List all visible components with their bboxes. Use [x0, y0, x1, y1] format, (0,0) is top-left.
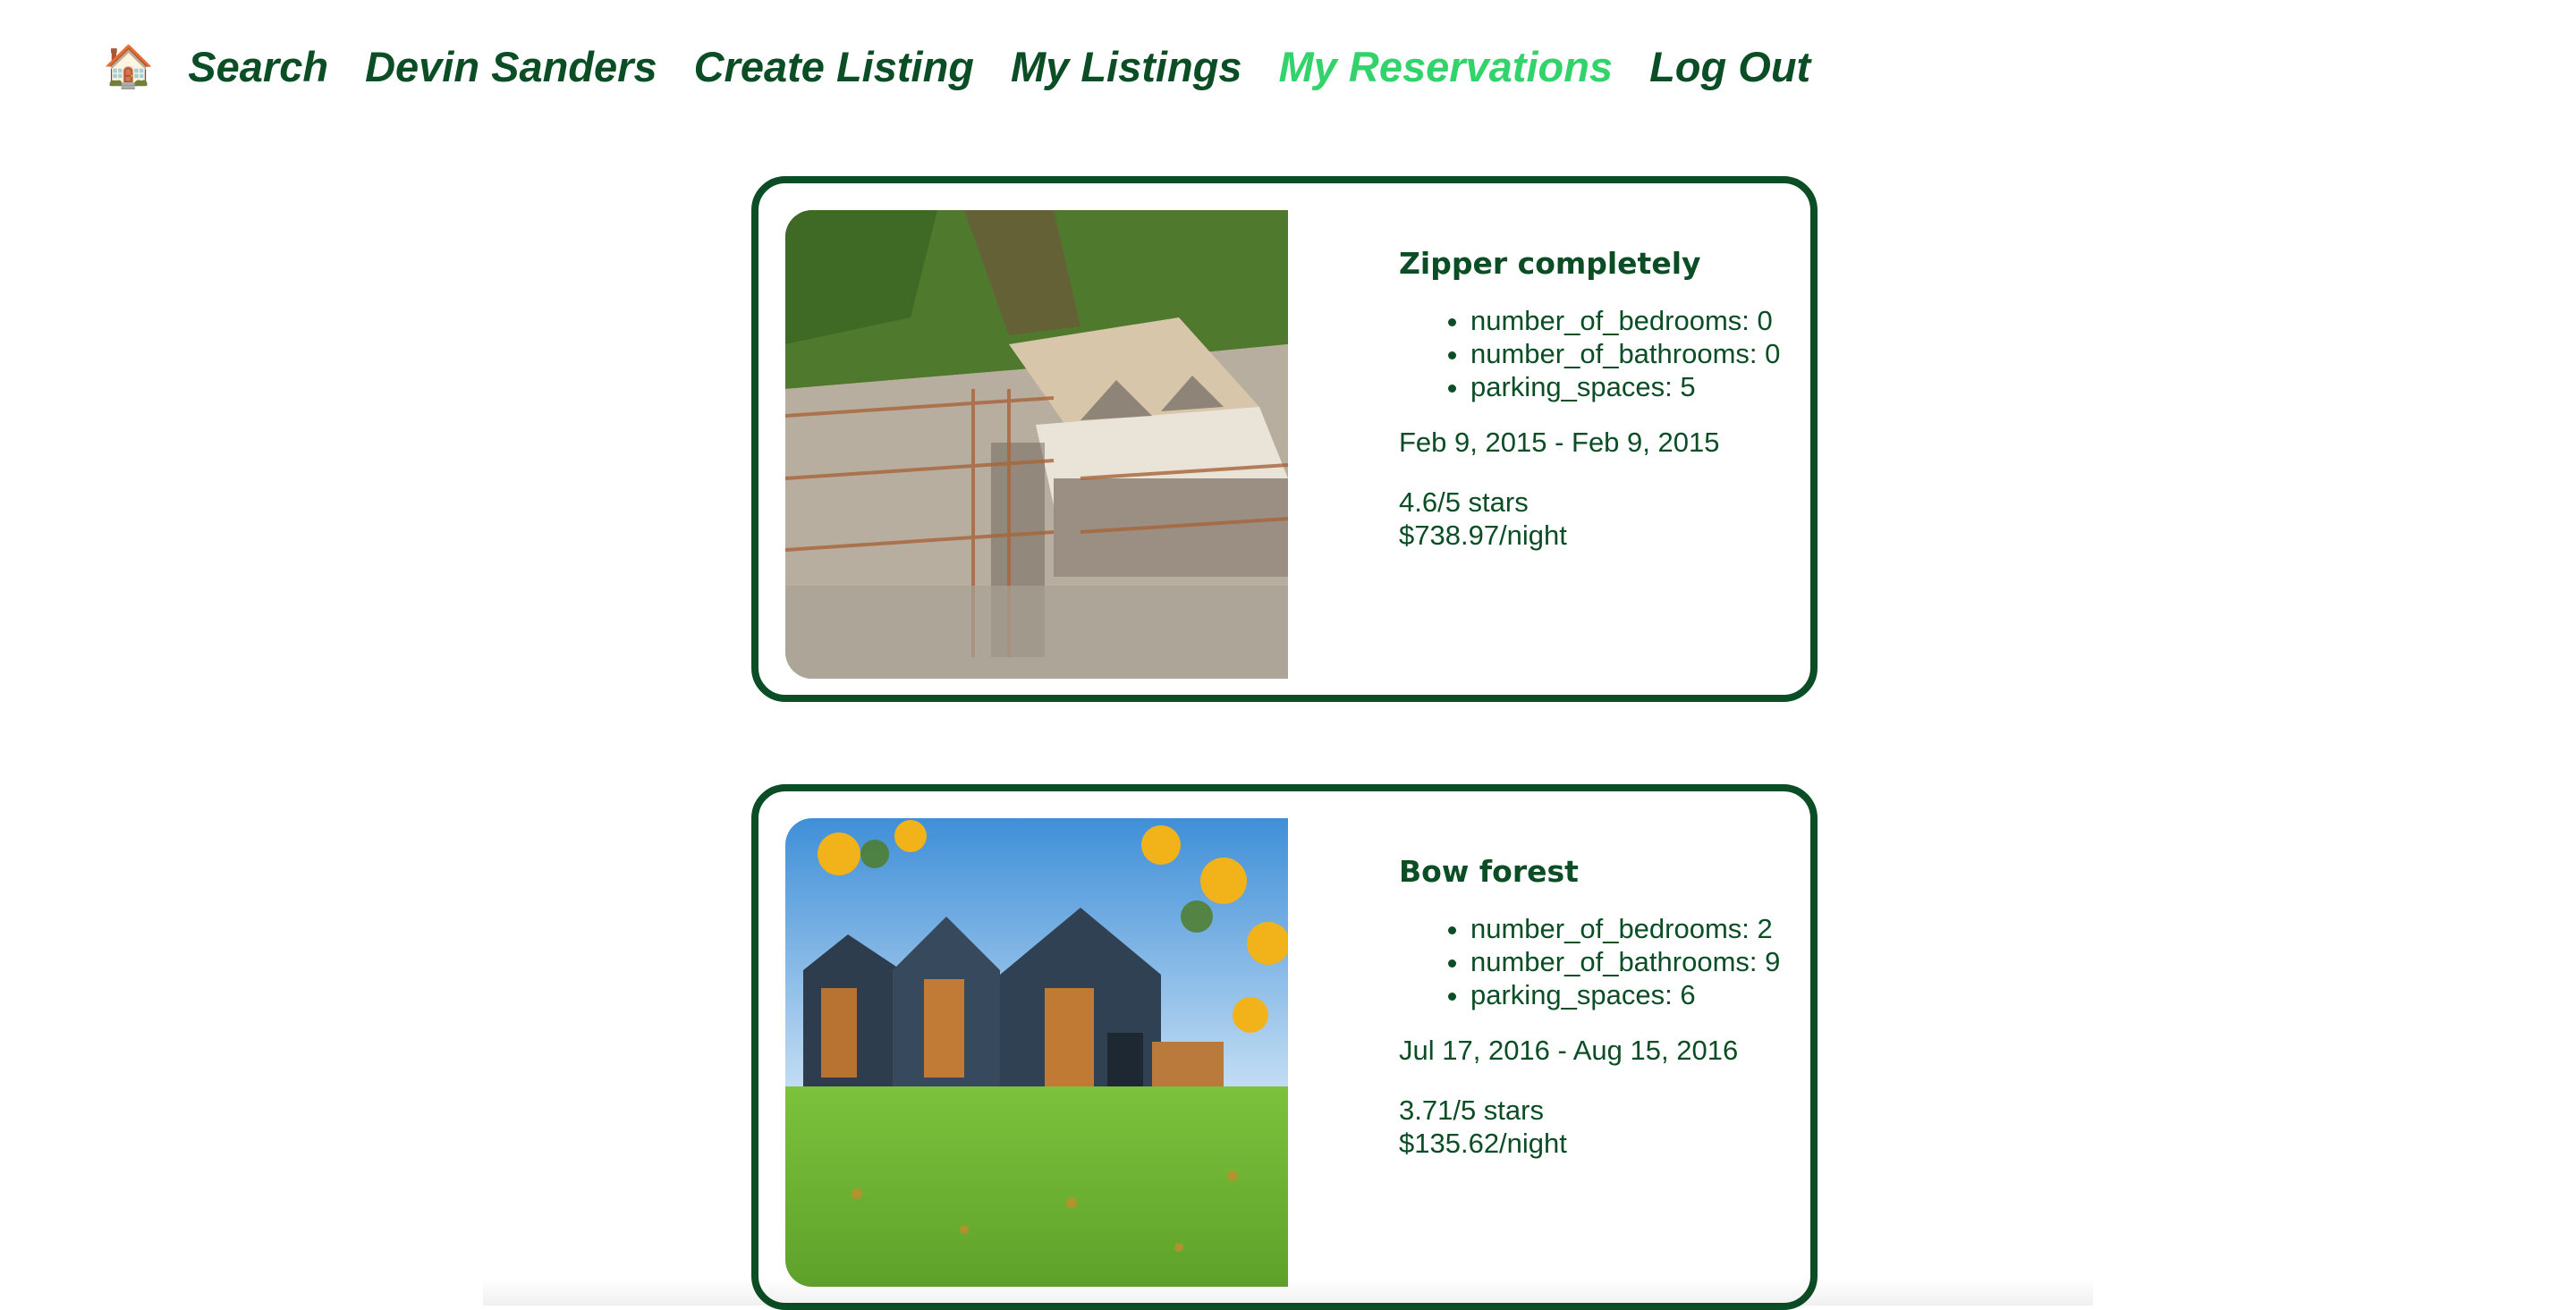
listing-price: $135.62/night — [1399, 1128, 1567, 1159]
reservation-dates: Feb 9, 2015 - Feb 9, 2015 — [1399, 427, 1720, 458]
home-icon[interactable]: 🏠 — [103, 46, 154, 87]
reservation-dates: Jul 17, 2016 - Aug 15, 2016 — [1399, 1035, 1739, 1066]
listing-photo — [785, 210, 1288, 679]
feature-parking: parking_spaces: 5 — [1470, 370, 1810, 403]
reservation-card[interactable]: Zipper completely number_of_bedrooms: 0 … — [751, 176, 1818, 702]
nav-my-listings-link[interactable]: My Listings — [1011, 42, 1242, 91]
feature-list: number_of_bedrooms: 0 number_of_bathroom… — [1399, 304, 1810, 403]
feature-bathrooms: number_of_bathrooms: 0 — [1470, 337, 1810, 370]
listing-rating: 3.71/5 stars — [1399, 1094, 1544, 1126]
reservation-card[interactable]: Bow forest number_of_bedrooms: 2 number_… — [751, 784, 1818, 1310]
nav-my-reservations-link[interactable]: My Reservations — [1279, 42, 1614, 91]
nav-log-out-link[interactable]: Log Out — [1649, 42, 1810, 91]
listing-info: Bow forest number_of_bedrooms: 2 number_… — [1399, 854, 1810, 1160]
listing-price: $738.97/night — [1399, 520, 1567, 551]
nav-profile-link[interactable]: Devin Sanders — [365, 42, 657, 91]
feature-list: number_of_bedrooms: 2 number_of_bathroom… — [1399, 912, 1810, 1011]
listing-title: Bow forest — [1399, 854, 1579, 889]
nav-search-link[interactable]: Search — [188, 42, 328, 91]
feature-parking: parking_spaces: 6 — [1470, 978, 1810, 1011]
feature-bedrooms: number_of_bedrooms: 0 — [1470, 304, 1810, 337]
feature-bedrooms: number_of_bedrooms: 2 — [1470, 912, 1810, 945]
nav-create-listing-link[interactable]: Create Listing — [694, 42, 974, 91]
top-nav: 🏠 Search Devin Sanders Create Listing My… — [103, 39, 1847, 93]
listing-title: Zipper completely — [1399, 246, 1701, 281]
listing-rating: 4.6/5 stars — [1399, 486, 1529, 518]
listing-info: Zipper completely number_of_bedrooms: 0 … — [1399, 246, 1810, 552]
feature-bathrooms: number_of_bathrooms: 9 — [1470, 945, 1810, 978]
listing-photo — [785, 818, 1288, 1287]
